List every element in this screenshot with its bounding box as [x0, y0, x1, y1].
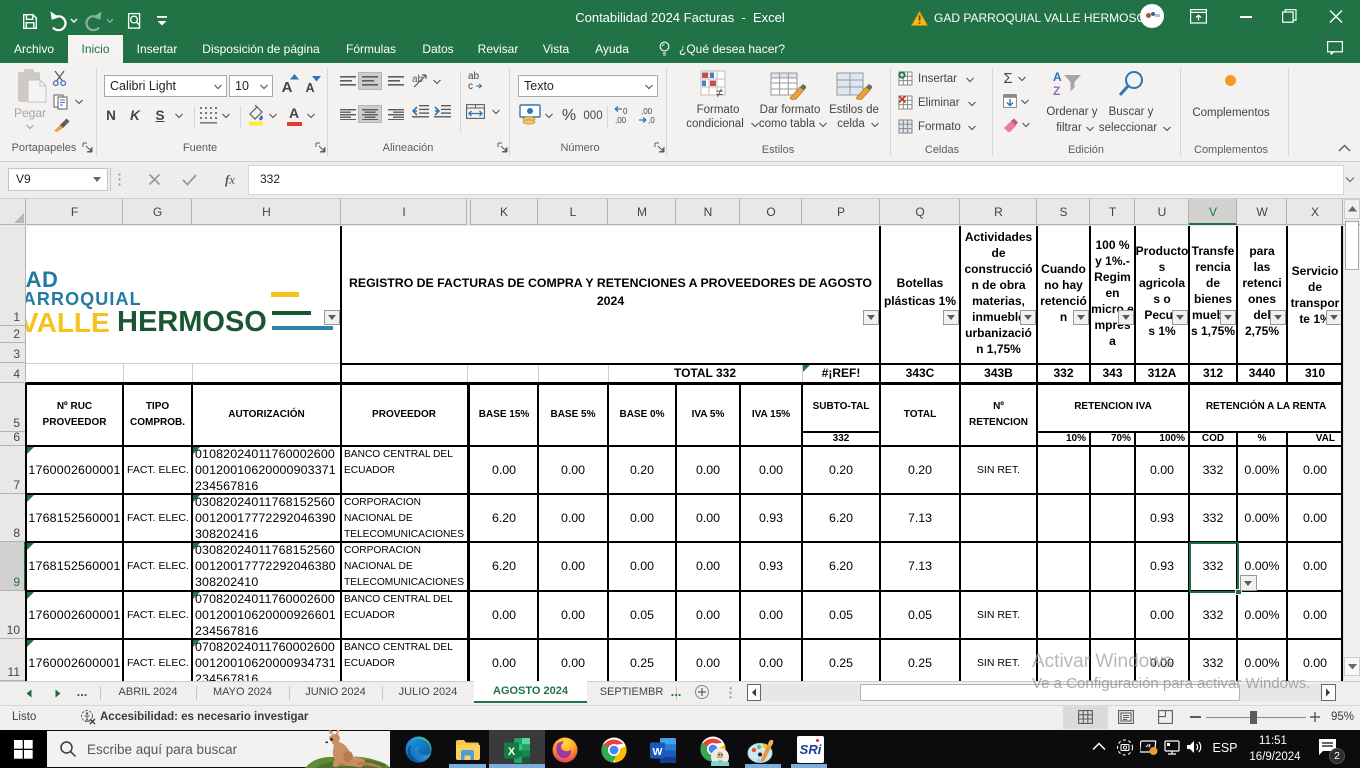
svg-text:,00: ,00 — [641, 107, 653, 116]
svg-text:,00: ,00 — [615, 116, 627, 125]
svg-text:,0: ,0 — [648, 116, 655, 125]
svg-text:A: A — [1053, 70, 1062, 84]
svg-text:W: W — [653, 746, 663, 758]
svg-text:≠: ≠ — [716, 85, 723, 100]
svg-text:c: c — [468, 81, 473, 92]
svg-text:Z: Z — [1053, 84, 1060, 98]
svg-text:X: X — [508, 746, 516, 758]
svg-text:0: 0 — [623, 107, 628, 116]
